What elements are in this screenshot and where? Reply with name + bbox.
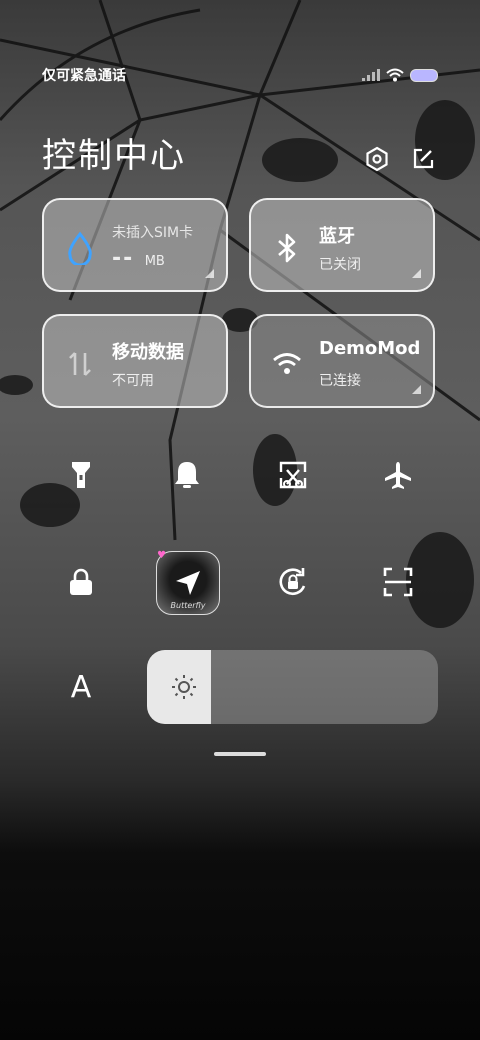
sun-icon: [172, 675, 196, 699]
location-button[interactable]: Butterfly ♥: [156, 550, 220, 615]
data-arrows-icon: [62, 346, 98, 382]
data-usage-tile[interactable]: 未插入SIM卡 -- MB: [42, 198, 228, 292]
wifi-tile[interactable]: DemoMod 已连接: [249, 314, 435, 408]
tile-corner-indicator: [412, 385, 421, 394]
water-drop-icon: [62, 230, 98, 266]
status-bar: 仅可紧急通话: [42, 62, 438, 88]
airplane-mode-button[interactable]: [370, 447, 426, 503]
bluetooth-icon: [269, 230, 305, 266]
wifi-network-name: DemoMod: [319, 338, 421, 359]
screenshot-icon: [279, 461, 307, 489]
data-usage-value: -- MB: [112, 246, 165, 271]
flashlight-icon: [72, 462, 90, 488]
scan-button[interactable]: [370, 554, 426, 610]
scan-icon: [383, 567, 413, 597]
wifi-status-icon: [386, 68, 404, 82]
tile-corner-indicator: [205, 269, 214, 278]
tile-corner-indicator: [412, 269, 421, 278]
rotation-lock-icon: [279, 568, 306, 596]
auto-brightness-label: A: [70, 669, 92, 705]
mobile-data-tile[interactable]: 移动数据 不可用: [42, 314, 228, 408]
rotation-lock-button[interactable]: [265, 554, 321, 610]
location-icon: [176, 571, 200, 595]
mobile-data-status: 不可用: [112, 373, 154, 389]
airplane-icon: [385, 462, 411, 489]
mobile-data-label: 移动数据: [112, 342, 184, 363]
screenshot-button[interactable]: [265, 447, 321, 503]
heart-sticker-icon: ♥: [157, 550, 166, 561]
wifi-icon: [269, 346, 305, 382]
bell-icon: [175, 462, 199, 488]
auto-brightness-button[interactable]: A: [53, 659, 109, 715]
battery-icon: [410, 68, 438, 82]
edit-button[interactable]: [408, 144, 438, 174]
sim-status-label: 未插入SIM卡: [112, 225, 194, 241]
carrier-text: 仅可紧急通话: [42, 68, 126, 84]
lock-screen-button[interactable]: [53, 554, 109, 610]
flashlight-button[interactable]: [53, 447, 109, 503]
bluetooth-label: 蓝牙: [319, 226, 355, 247]
data-usage-number: --: [112, 246, 135, 271]
data-usage-unit: MB: [144, 254, 165, 269]
bluetooth-tile[interactable]: 蓝牙 已关闭: [249, 198, 435, 292]
lock-icon: [70, 568, 92, 595]
page-title: 控制中心: [42, 136, 186, 176]
signal-icon: [362, 69, 380, 81]
ringer-button[interactable]: [159, 447, 215, 503]
gear-icon: [366, 146, 388, 172]
system-icons: [362, 68, 438, 82]
edit-icon: [413, 148, 434, 169]
settings-button[interactable]: [362, 144, 392, 174]
wifi-status: 已连接: [319, 373, 361, 389]
brightness-slider[interactable]: [147, 650, 438, 724]
location-button-caption: Butterfly: [170, 601, 206, 610]
drag-handle[interactable]: [214, 752, 266, 756]
bluetooth-status: 已关闭: [319, 257, 361, 273]
